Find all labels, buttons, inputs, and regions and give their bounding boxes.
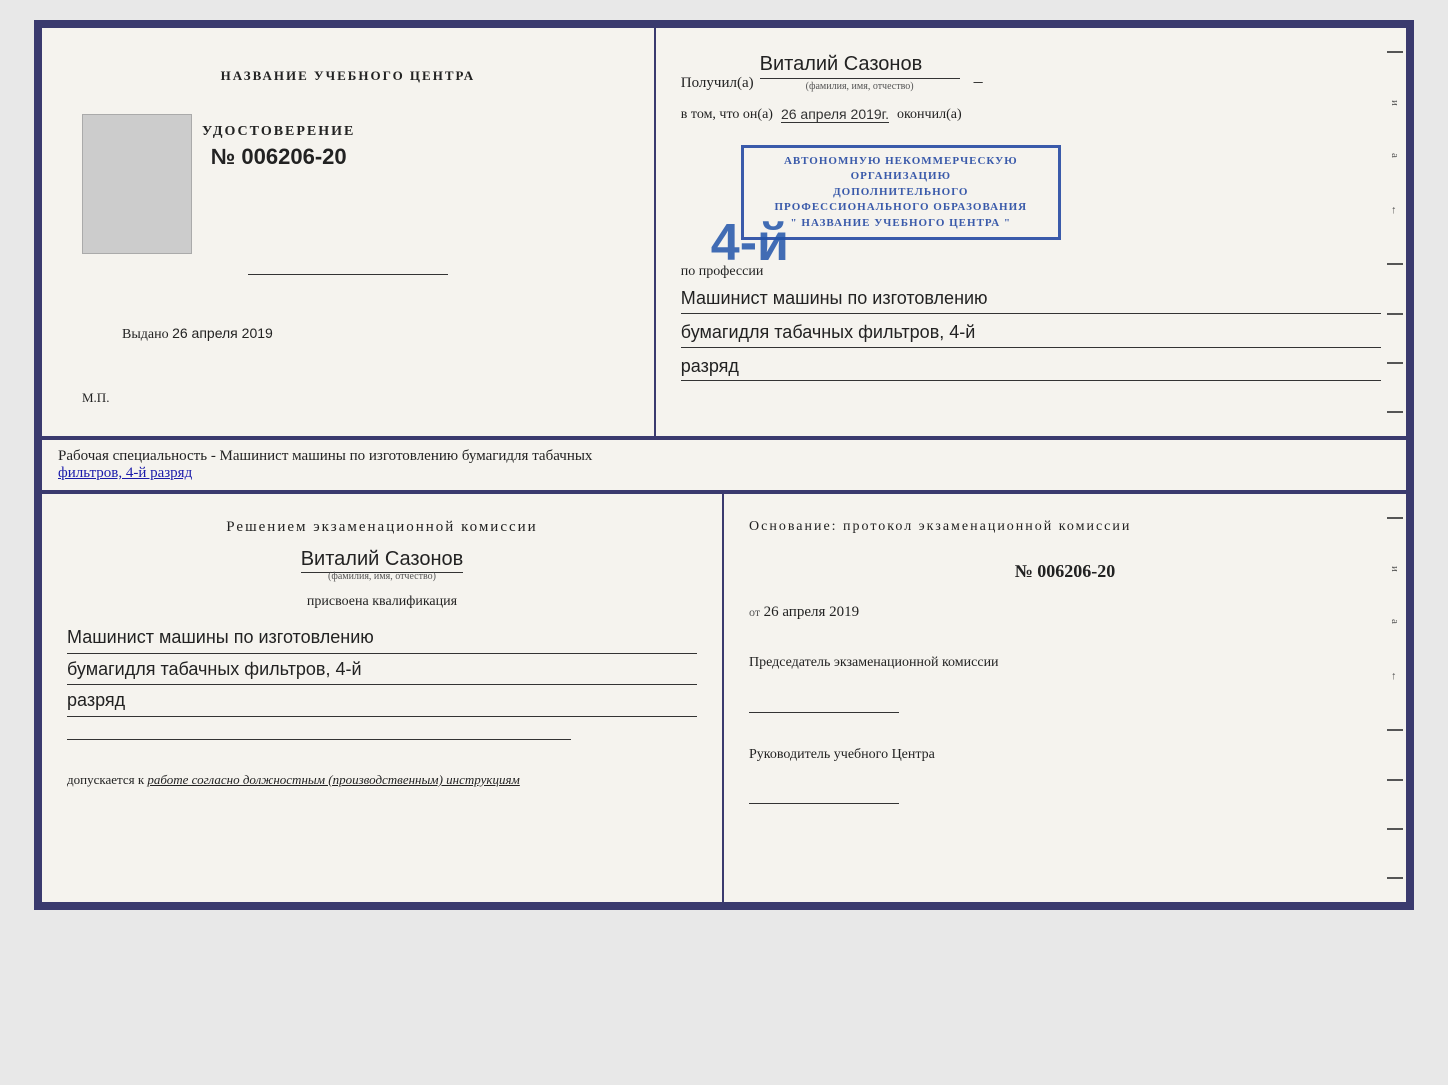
okonchil: окончил(а) xyxy=(897,107,962,123)
bottom-profession2: бумагидля табачных фильтров, 4-й xyxy=(67,654,697,686)
strip-arrow-b: ← xyxy=(1389,671,1401,682)
osnovanie-title: Основание: протокол экзаменационной коми… xyxy=(749,519,1381,535)
bottom-profession3: разряд xyxy=(67,685,697,717)
training-center-title: НАЗВАНИЕ УЧЕБНОГО ЦЕНТРА xyxy=(221,68,476,84)
mp-label: М.П. xyxy=(82,390,109,406)
strip-dash-b2 xyxy=(1387,729,1403,731)
name-sub: (фамилия, имя, отчество) xyxy=(806,81,914,92)
prisvoena-label: присвоена квалификация xyxy=(67,594,697,610)
udost-label: УДОСТОВЕРЕНИЕ xyxy=(202,124,355,140)
bottom-divider xyxy=(67,739,571,740)
certificate-top: НАЗВАНИЕ УЧЕБНОГО ЦЕНТРА УДОСТОВЕРЕНИЕ №… xyxy=(34,20,1414,440)
dash: – xyxy=(974,71,983,92)
side-strip-top-right: и а ← xyxy=(1384,28,1406,436)
komissia-name: Виталий Сазонов xyxy=(301,548,464,573)
strip-arrow: ← xyxy=(1389,205,1401,216)
bottom-profession-block: Машинист машины по изготовлению бумагидл… xyxy=(67,622,697,717)
predsedatel-title: Председатель экзаменационной комиссии xyxy=(749,653,1381,673)
side-strip-bottom-right: и а ← xyxy=(1384,494,1406,902)
dopuskaetsya-block: допускается к работе согласно должностны… xyxy=(67,772,697,788)
divider-line xyxy=(248,274,448,275)
strip-dash5 xyxy=(1387,411,1403,413)
strip-dash-b1 xyxy=(1387,517,1403,519)
strip-dash xyxy=(1387,51,1403,53)
strip-dash2 xyxy=(1387,263,1403,265)
cert-bottom-right: Основание: протокол экзаменационной коми… xyxy=(724,494,1406,902)
poluchil-prefix: Получил(а) xyxy=(681,75,754,92)
photo-placeholder xyxy=(82,114,192,254)
profession-line3: разряд xyxy=(681,352,1381,382)
strip-dash4 xyxy=(1387,362,1403,364)
poluchil-block: Получил(а) Виталий Сазонов (фамилия, имя… xyxy=(681,53,1381,92)
cert-left: НАЗВАНИЕ УЧЕБНОГО ЦЕНТРА УДОСТОВЕРЕНИЕ №… xyxy=(42,28,656,436)
certificate-bottom: Решением экзаменационной комиссии Витали… xyxy=(34,490,1414,910)
ot-label: от xyxy=(749,605,760,619)
strip-dash-b3 xyxy=(1387,779,1403,781)
vtom-date: 26 апреля 2019г. xyxy=(781,106,889,123)
vtom-prefix: в том, что он(а) xyxy=(681,107,773,123)
profession-line1: Машинист машины по изготовлению xyxy=(681,284,1381,314)
document-container: НАЗВАНИЕ УЧЕБНОГО ЦЕНТРА УДОСТОВЕРЕНИЕ №… xyxy=(34,20,1414,910)
dopuskaetsya-prefix: допускается к xyxy=(67,772,144,787)
cert-right: Получил(а) Виталий Сазонов (фамилия, имя… xyxy=(656,28,1406,436)
profession-line2: бумагидля табачных фильтров, 4-й xyxy=(681,318,1381,348)
udost-block: УДОСТОВЕРЕНИЕ № 006206-20 xyxy=(202,124,355,170)
stamp-line3: " НАЗВАНИЕ УЧЕБНОГО ЦЕНТРА " xyxy=(754,216,1048,231)
ot-date: 26 апреля 2019 xyxy=(764,604,860,620)
proto-date: от 26 апреля 2019 xyxy=(749,604,1381,621)
between-text-underline: фильтров, 4-й разряд xyxy=(58,465,192,481)
rukovoditel-signature xyxy=(749,784,899,804)
strip-letter-a: а xyxy=(1389,153,1401,158)
profession-block: по профессии Машинист машины по изготовл… xyxy=(681,254,1381,381)
strip-letter-i: и xyxy=(1389,100,1401,106)
strip-dash3 xyxy=(1387,313,1403,315)
bottom-profession1: Машинист машины по изготовлению xyxy=(67,622,697,654)
big-number: 4-й xyxy=(711,217,789,269)
stamp-line2: ДОПОЛНИТЕЛЬНОГО ПРОФЕССИОНАЛЬНОГО ОБРАЗО… xyxy=(754,185,1048,216)
between-label: Рабочая специальность - Машинист машины … xyxy=(34,440,1414,490)
stamp-line1: АВТОНОМНУЮ НЕКОММЕРЧЕСКУЮ ОРГАНИЗАЦИЮ xyxy=(754,154,1048,185)
between-text-normal: Рабочая специальность - Машинист машины … xyxy=(58,448,592,464)
strip-dash-b5 xyxy=(1387,877,1403,879)
cert-bottom-left: Решением экзаменационной комиссии Витали… xyxy=(42,494,724,902)
issued-block: Выдано 26 апреля 2019 xyxy=(122,325,273,343)
strip-letter-ba: а xyxy=(1389,619,1401,624)
dopuskaetsya-text: работе согласно должностным (производств… xyxy=(147,772,519,787)
recipient-name: Виталий Сазонов xyxy=(760,53,960,79)
issued-label: Выдано xyxy=(122,327,169,342)
komissia-name-sub: (фамилия, имя, отчество) xyxy=(67,571,697,582)
rukovoditel-title: Руководитель учебного Центра xyxy=(749,745,1381,765)
issued-date: 26 апреля 2019 xyxy=(172,325,273,341)
proto-number: № 006206-20 xyxy=(749,561,1381,582)
predsedatel-signature xyxy=(749,693,899,713)
vtom-block: в том, что он(а) 26 апреля 2019г. окончи… xyxy=(681,106,1381,123)
komissia-title: Решением экзаменационной комиссии xyxy=(67,519,697,536)
komissia-name-block: Виталий Сазонов (фамилия, имя, отчество) xyxy=(67,548,697,582)
stamp-area: 4-й АВТОНОМНУЮ НЕКОММЕРЧЕСКУЮ ОРГАНИЗАЦИ… xyxy=(681,137,1381,240)
strip-letter-bi: и xyxy=(1389,566,1401,572)
strip-dash-b4 xyxy=(1387,828,1403,830)
cert-number: № 006206-20 xyxy=(202,144,355,170)
